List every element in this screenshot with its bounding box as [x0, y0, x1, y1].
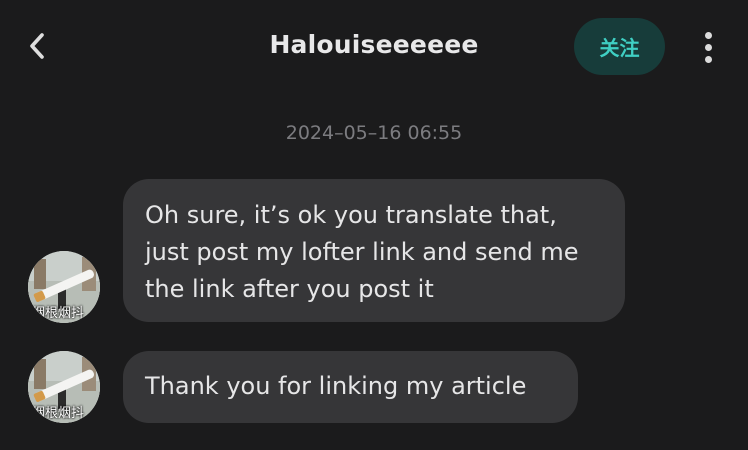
message-line: Oh sure, it’s ok you translate that,	[145, 201, 557, 229]
follow-button[interactable]: 关注	[574, 18, 665, 75]
avatar-caption: 烟根烟抖	[32, 406, 85, 421]
avatar[interactable]: 烟根烟抖	[28, 251, 100, 323]
message-timestamp: 2024–05–16 06:55	[285, 122, 463, 144]
more-options-button[interactable]	[692, 28, 724, 66]
message-bubble[interactable]: Oh sure, it’s ok you translate that, jus…	[123, 179, 625, 322]
vertical-dots-icon	[704, 31, 712, 39]
chat-header: Halouiseeeeee 关注	[0, 0, 748, 92]
message-line: Thank you for linking my article	[145, 372, 527, 400]
message-line: the link after you post it	[145, 275, 434, 303]
message-line: just post my lofter link and send me	[145, 238, 579, 266]
message-bubble[interactable]: Thank you for linking my article	[123, 351, 578, 423]
avatar[interactable]: 烟根烟抖	[28, 351, 100, 423]
avatar-caption: 烟根烟抖	[32, 306, 85, 321]
